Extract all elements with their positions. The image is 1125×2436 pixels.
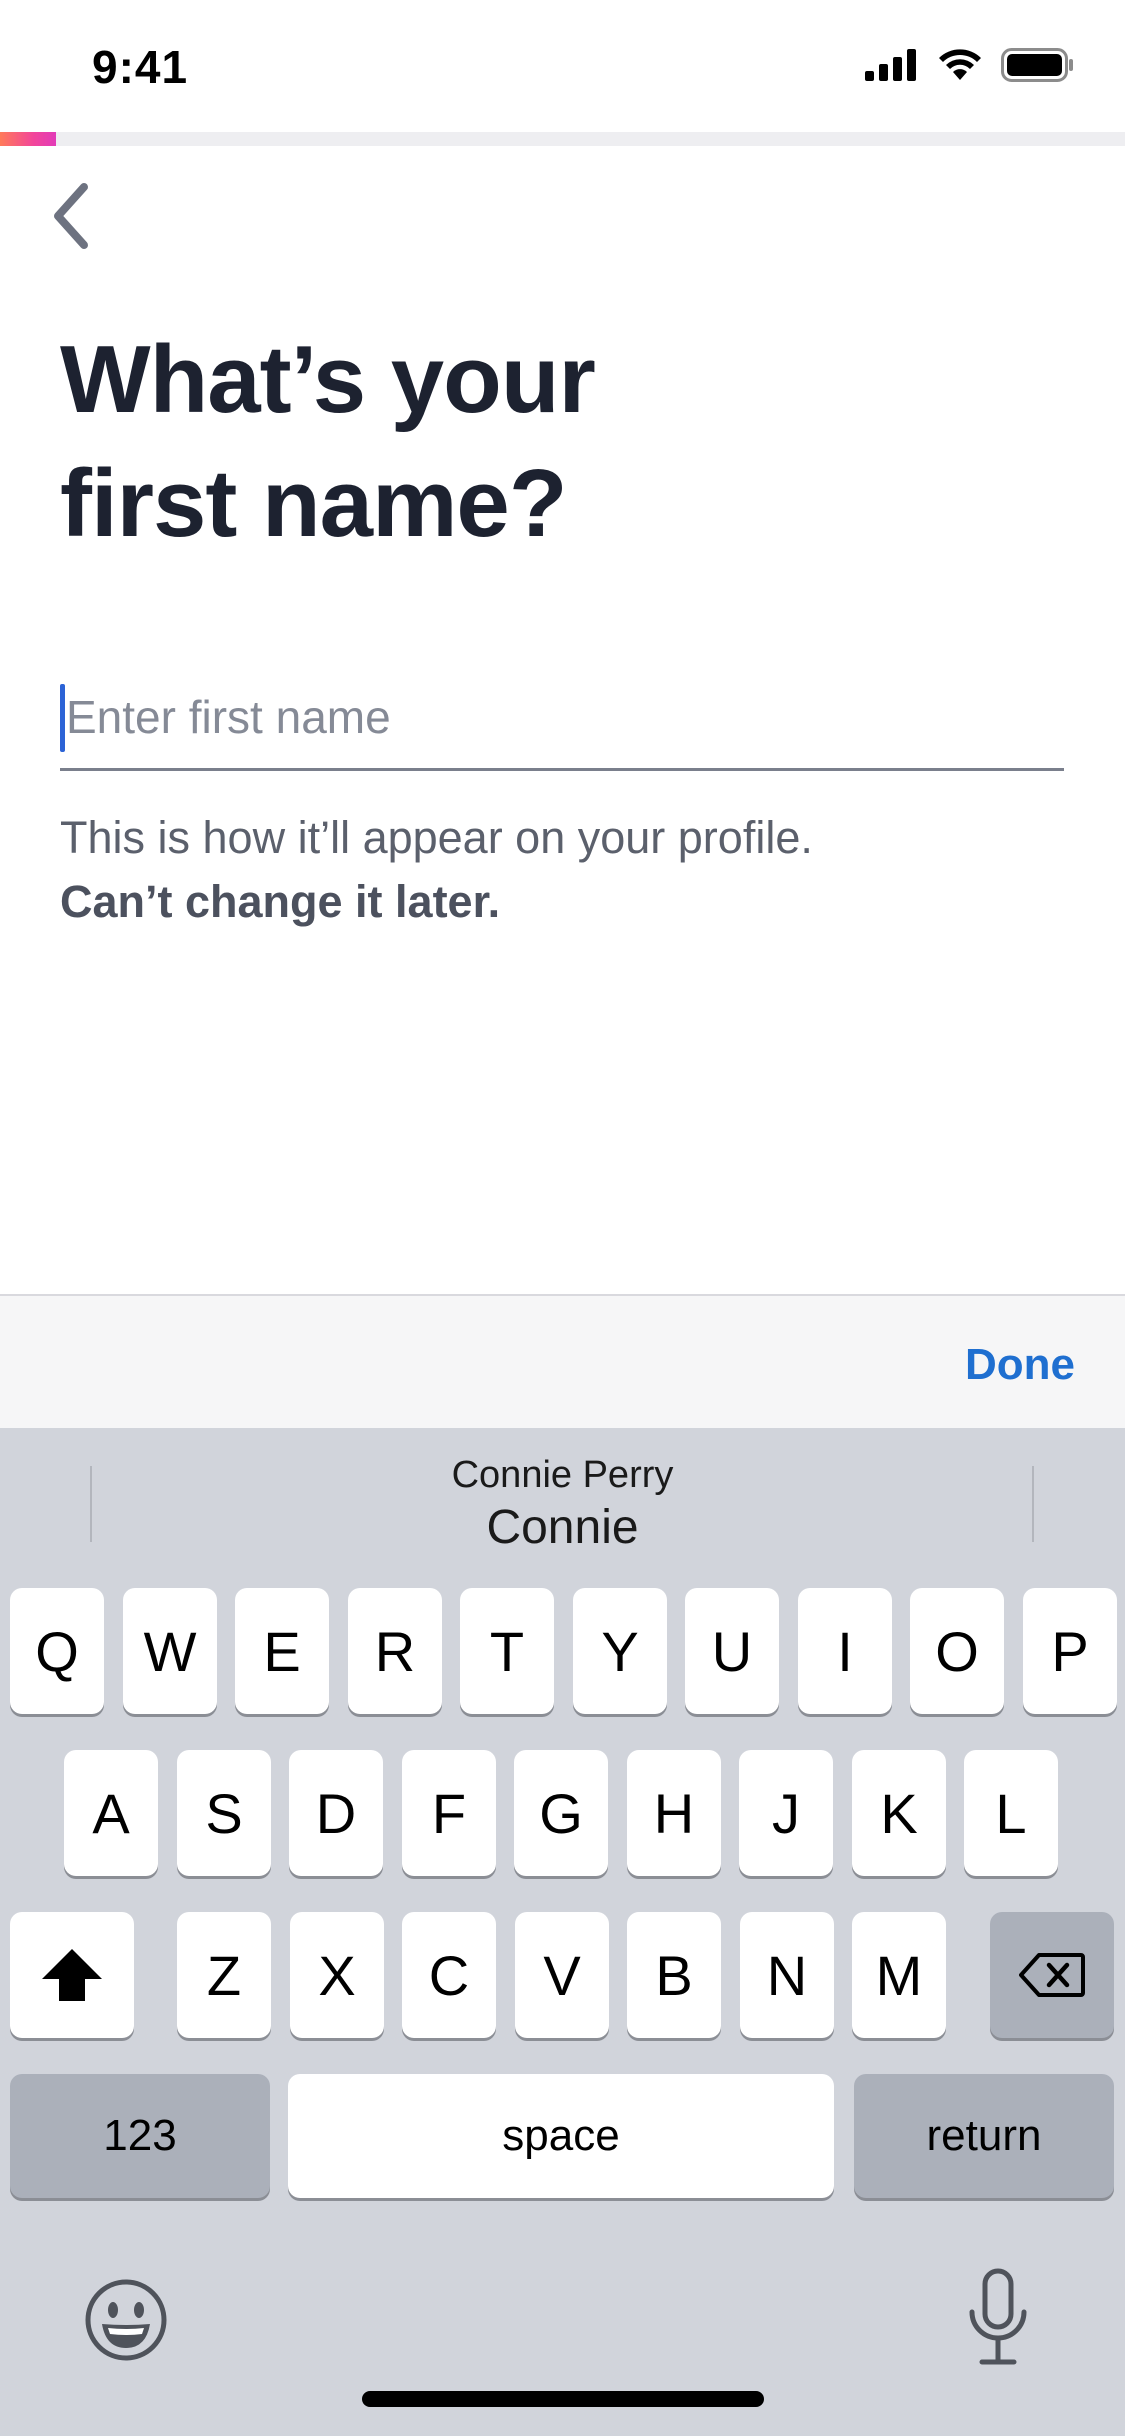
key-d[interactable]: D (289, 1750, 383, 1876)
page-title: What’s your first name? (60, 318, 960, 566)
backspace-key[interactable] (990, 1912, 1114, 2038)
battery-icon (1001, 48, 1073, 82)
text-caret (60, 684, 65, 752)
shift-key[interactable] (10, 1912, 134, 2038)
done-button[interactable]: Done (965, 1340, 1075, 1390)
key-s[interactable]: S (177, 1750, 271, 1876)
microphone-icon (969, 2268, 1027, 2365)
wifi-icon (939, 49, 981, 80)
suggestion-bar: Connie Perry Connie (0, 1428, 1125, 1578)
page-title-line-1: What’s your (60, 326, 596, 433)
numbers-key[interactable]: 123 (10, 2074, 270, 2198)
emoji-button[interactable] (84, 2278, 168, 2362)
chevron-left-icon (54, 183, 88, 249)
page-title-line-2: first name? (60, 450, 567, 557)
shift-icon (42, 1949, 102, 2001)
first-name-field[interactable] (60, 672, 1070, 771)
status-time: 9:41 (92, 41, 189, 93)
status-bar: 9:41 (0, 0, 1125, 132)
key-q[interactable]: Q (10, 1588, 104, 1714)
helper-text: This is how it’ll appear on your profile… (60, 812, 813, 863)
progress-fill (0, 132, 57, 146)
key-e[interactable]: E (235, 1588, 329, 1714)
emoji-icon (85, 2279, 167, 2361)
first-name-input[interactable] (60, 672, 1070, 762)
return-key[interactable]: return (854, 2074, 1114, 2198)
key-u[interactable]: U (685, 1588, 779, 1714)
back-button[interactable] (40, 176, 100, 256)
key-y[interactable]: Y (573, 1588, 667, 1714)
key-n[interactable]: N (740, 1912, 834, 2038)
suggestion-word[interactable]: Connie (0, 1500, 1125, 1555)
key-b[interactable]: B (627, 1912, 721, 2038)
key-k[interactable]: K (852, 1750, 946, 1876)
key-p[interactable]: P (1023, 1588, 1117, 1714)
key-l[interactable]: L (964, 1750, 1058, 1876)
keyboard: Connie Perry Connie QWERTYUIOP ASDFGHJKL Z… (0, 1428, 1125, 2436)
keyboard-accessory-bar: Done (0, 1294, 1125, 1430)
dictation-button[interactable] (966, 2268, 1030, 2368)
key-m[interactable]: M (852, 1912, 946, 2038)
key-r[interactable]: R (348, 1588, 442, 1714)
progress-bar (0, 132, 1125, 146)
space-key[interactable]: space (288, 2074, 834, 2198)
suggestion-contact[interactable]: Connie Perry (0, 1454, 1125, 1497)
key-i[interactable]: I (798, 1588, 892, 1714)
status-icons (865, 48, 1075, 82)
key-v[interactable]: V (515, 1912, 609, 2038)
key-x[interactable]: X (290, 1912, 384, 2038)
key-h[interactable]: H (627, 1750, 721, 1876)
key-z[interactable]: Z (177, 1912, 271, 2038)
home-indicator[interactable] (362, 2391, 764, 2407)
key-g[interactable]: G (514, 1750, 608, 1876)
key-f[interactable]: F (402, 1750, 496, 1876)
key-c[interactable]: C (402, 1912, 496, 2038)
backspace-icon (1019, 1953, 1085, 1997)
helper-warning: Can’t change it later. (60, 876, 501, 927)
key-o[interactable]: O (910, 1588, 1004, 1714)
key-w[interactable]: W (123, 1588, 217, 1714)
key-a[interactable]: A (64, 1750, 158, 1876)
key-j[interactable]: J (739, 1750, 833, 1876)
key-t[interactable]: T (460, 1588, 554, 1714)
signal-icon (865, 49, 916, 81)
